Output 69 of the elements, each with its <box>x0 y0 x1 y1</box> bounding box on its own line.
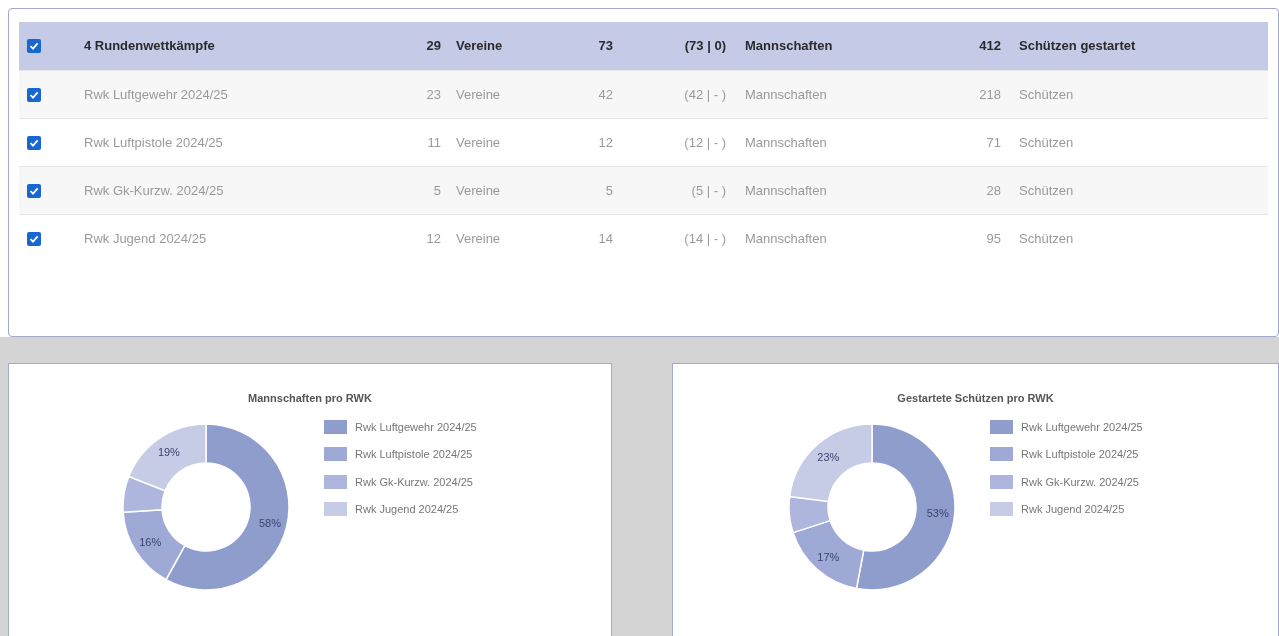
slice-label: 16% <box>139 535 162 548</box>
slice-label: 23% <box>817 451 840 463</box>
breakdown-cell: (12 | - ) <box>684 134 726 150</box>
label-cell: Mannschaften <box>745 38 833 54</box>
legend-swatch <box>990 502 1013 517</box>
label-cell: Schützen <box>1019 134 1074 150</box>
count-cell: 29 <box>426 38 441 54</box>
count-cell: 5 <box>433 182 441 198</box>
count-cell: 218 <box>979 86 1001 102</box>
checkbox[interactable] <box>27 231 41 246</box>
count-cell: 23 <box>426 86 441 102</box>
label-cell: Schützen <box>1019 86 1074 102</box>
count-cell: 11 <box>427 134 441 150</box>
name-cell: Rwk Gk-Kurzw. 2024/25 <box>84 182 224 198</box>
count-cell: 95 <box>986 230 1001 246</box>
label-cell: Vereine <box>456 230 501 246</box>
slice-label: 17% <box>817 550 840 562</box>
label-cell: Schützen gestartet <box>1019 38 1136 54</box>
legend-label: Rwk Gk-Kurzw. 2024/25 <box>355 474 473 490</box>
chart-title: Mannschaften pro RWK <box>248 392 372 404</box>
name-cell: Rwk Luftpistole 2024/25 <box>84 134 223 150</box>
count-cell: 71 <box>986 134 1001 150</box>
label-cell: Schützen <box>1019 182 1074 198</box>
count-cell: 12 <box>426 230 441 246</box>
legend-label: Rwk Luftgewehr 2024/25 <box>1021 419 1143 435</box>
slice-label: 58% <box>258 516 281 529</box>
chart-title: Gestartete Schützen pro RWK <box>897 392 1054 404</box>
slice-label: 19% <box>157 445 180 458</box>
legend-label: Rwk Gk-Kurzw. 2024/25 <box>1021 474 1139 490</box>
slice-label: 53% <box>926 506 949 519</box>
label-cell: Vereine <box>456 38 503 54</box>
breakdown-cell: (14 | - ) <box>684 230 726 246</box>
label-cell: Mannschaften <box>745 182 827 198</box>
legend-label: Rwk Luftpistole 2024/25 <box>355 447 473 462</box>
label-cell: Vereine <box>456 134 501 150</box>
label-cell: Schützen <box>1019 230 1074 246</box>
legend-swatch <box>990 419 1013 434</box>
name-cell: Rwk Jugend 2024/25 <box>84 230 207 246</box>
count-cell: 73 <box>598 38 613 54</box>
breakdown-cell: (5 | - ) <box>691 182 726 198</box>
label-cell: Vereine <box>456 182 501 198</box>
count-cell: 412 <box>979 38 1001 54</box>
breakdown-cell: (73 | 0) <box>684 38 726 54</box>
legend-label: Rwk Jugend 2024/25 <box>355 502 459 517</box>
count-cell: 12 <box>598 134 613 150</box>
label-cell: Mannschaften <box>745 134 827 150</box>
legend-label: Rwk Luftpistole 2024/25 <box>1021 447 1139 462</box>
legend-swatch <box>990 447 1013 462</box>
name-cell: 4 Rundenwettkämpfe <box>84 38 215 54</box>
breakdown-cell: (42 | - ) <box>684 86 726 102</box>
count-cell: 28 <box>986 182 1001 198</box>
legend-label: Rwk Luftgewehr 2024/25 <box>355 419 477 435</box>
legend-swatch <box>324 474 347 489</box>
checkbox[interactable] <box>27 135 41 150</box>
label-cell: Mannschaften <box>745 230 827 246</box>
name-cell: Rwk Luftgewehr 2024/25 <box>84 86 228 102</box>
checkbox[interactable] <box>27 183 41 198</box>
label-cell: Mannschaften <box>745 86 827 102</box>
legend-label: Rwk Jugend 2024/25 <box>1021 502 1125 517</box>
legend-swatch <box>990 474 1013 489</box>
count-cell: 42 <box>598 86 613 102</box>
legend-swatch <box>324 447 347 462</box>
legend-swatch <box>324 502 347 517</box>
label-cell: Vereine <box>456 86 501 102</box>
checkbox[interactable] <box>27 39 41 53</box>
count-cell: 5 <box>605 182 613 198</box>
count-cell: 14 <box>598 230 613 246</box>
checkbox[interactable] <box>27 87 41 102</box>
legend-swatch <box>324 419 347 434</box>
